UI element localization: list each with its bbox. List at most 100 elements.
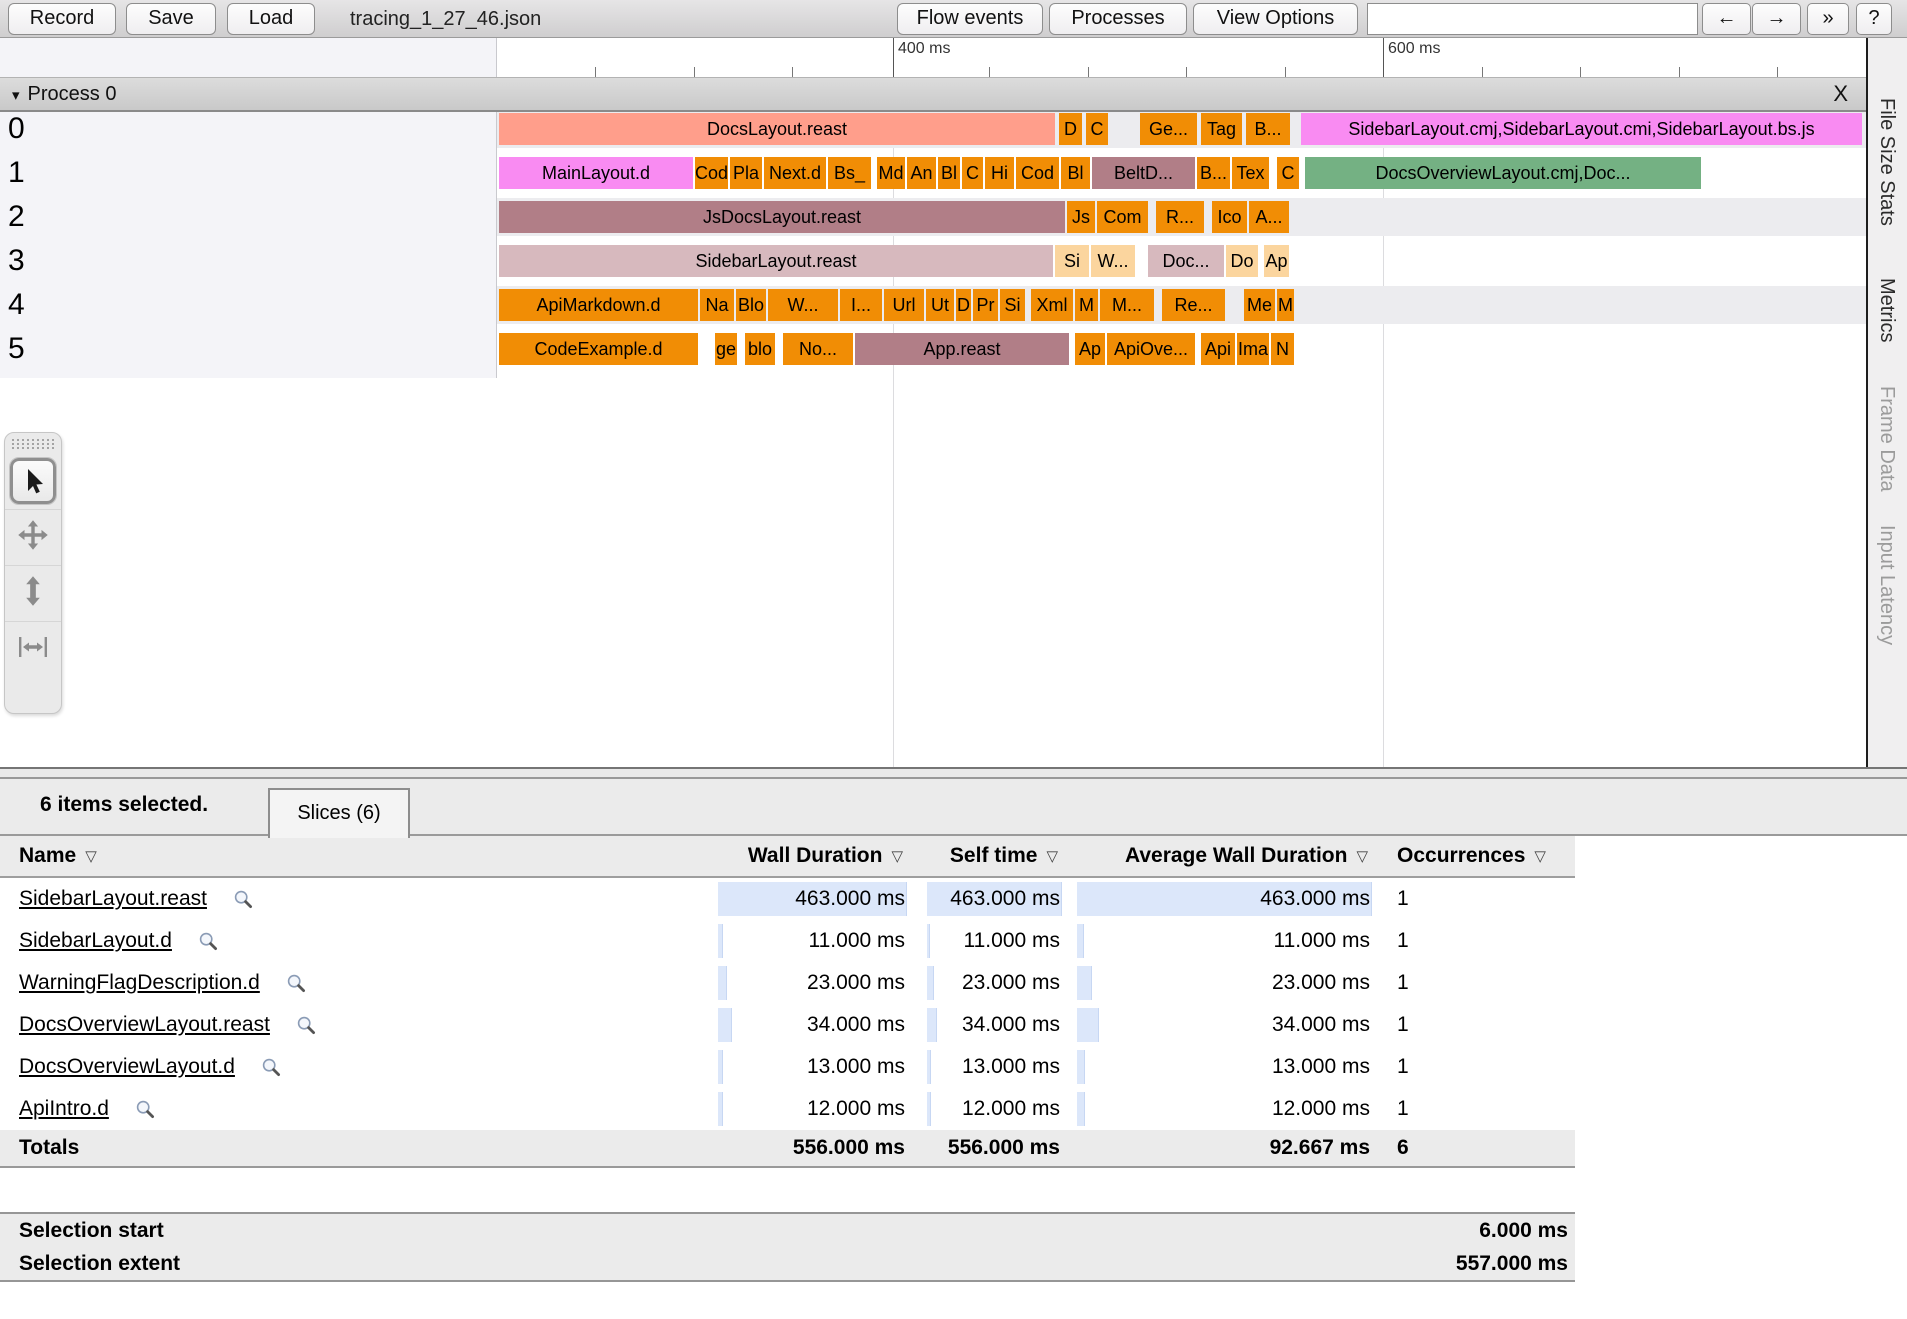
column-header-wall-duration[interactable]: Wall Duration▽ — [718, 844, 907, 868]
trace-slice[interactable]: CodeExample.d — [499, 333, 698, 365]
magnifier-icon[interactable] — [135, 1099, 156, 1120]
find-next-button[interactable]: → — [1752, 3, 1801, 35]
magnifier-icon[interactable] — [296, 1015, 317, 1036]
trace-slice[interactable]: SidebarLayout.reast — [499, 245, 1053, 277]
trace-slice[interactable]: DocsLayout.reast — [499, 113, 1055, 145]
magnifier-icon[interactable] — [233, 889, 254, 910]
trace-slice[interactable]: C — [1086, 113, 1108, 145]
trace-slice[interactable]: Bl — [1061, 157, 1090, 189]
trace-slice[interactable]: blo — [745, 333, 775, 365]
trace-slice[interactable]: Ima — [1237, 333, 1269, 365]
trace-slice[interactable]: D — [1059, 113, 1082, 145]
trace-slice[interactable]: Md — [877, 157, 905, 189]
trace-slice[interactable]: An — [907, 157, 936, 189]
selection-tool-button[interactable] — [5, 453, 61, 509]
column-header-occurrences[interactable]: Occurrences▽ — [1390, 844, 1575, 868]
sidebar-tab-frame-data[interactable]: Frame Data — [1875, 386, 1898, 492]
magnifier-icon[interactable] — [198, 931, 219, 952]
trace-slice[interactable]: W... — [768, 289, 838, 321]
trace-slice[interactable]: Ap — [1264, 245, 1289, 277]
slice-name-link[interactable]: DocsOverviewLayout.reast — [19, 1013, 270, 1037]
sidebar-tab-file-size-stats[interactable]: File Size Stats — [1875, 98, 1898, 226]
trace-slice[interactable]: Bl — [938, 157, 960, 189]
trace-slice[interactable]: DocsOverviewLayout.cmj,Doc... — [1305, 157, 1701, 189]
trace-slice[interactable]: MainLayout.d — [499, 157, 693, 189]
column-header-self-time[interactable]: Self time▽ — [927, 844, 1062, 868]
trace-slice[interactable]: ApiMarkdown.d — [499, 289, 698, 321]
trace-slice[interactable]: Ico — [1212, 201, 1247, 233]
trace-slice[interactable]: D — [956, 289, 971, 321]
collapse-arrow-icon[interactable]: ▾ — [12, 87, 20, 104]
trace-slice[interactable]: M — [1277, 289, 1294, 321]
process-header[interactable]: ▾Process 0 X — [0, 77, 1866, 112]
trace-slice[interactable]: M... — [1100, 289, 1154, 321]
trace-slice[interactable]: Doc... — [1148, 245, 1224, 277]
trace-slice[interactable]: ApiOve... — [1107, 333, 1195, 365]
record-button[interactable]: Record — [8, 3, 116, 35]
trace-slice[interactable]: Re... — [1162, 289, 1225, 321]
trace-slice[interactable]: Blo — [736, 289, 766, 321]
pan-tool-button[interactable] — [5, 509, 61, 565]
trace-slice[interactable]: JsDocsLayout.reast — [499, 201, 1065, 233]
trace-slice[interactable]: Tag — [1201, 113, 1242, 145]
trace-slice[interactable]: Tex — [1232, 157, 1269, 189]
processes-button[interactable]: Processes — [1049, 3, 1187, 35]
slice-name-link[interactable]: ApiIntro.d — [19, 1097, 109, 1121]
trace-slice[interactable]: C — [1277, 157, 1299, 189]
slice-name-link[interactable]: SidebarLayout.d — [19, 929, 172, 953]
trace-slice[interactable]: SidebarLayout.cmj,SidebarLayout.cmi,Side… — [1301, 113, 1862, 145]
trace-slice[interactable]: R... — [1156, 201, 1204, 233]
view-options-button[interactable]: View Options — [1193, 3, 1358, 35]
trace-slice[interactable]: Ap — [1075, 333, 1105, 365]
trace-slice[interactable]: I... — [840, 289, 882, 321]
flow-events-button[interactable]: Flow events — [897, 3, 1043, 35]
trace-slice[interactable]: Si — [1000, 289, 1025, 321]
trace-slice[interactable]: Next.d — [764, 157, 826, 189]
trace-slice[interactable]: Api — [1201, 333, 1235, 365]
sidebar-tab-input-latency[interactable]: Input Latency — [1875, 525, 1898, 645]
pane-divider-handle[interactable] — [0, 767, 1907, 779]
column-header-name[interactable]: Name▽ — [0, 844, 718, 868]
magnifier-icon[interactable] — [286, 973, 307, 994]
trace-slice[interactable]: Bs_ — [828, 157, 871, 189]
chevrons-button[interactable]: » — [1807, 3, 1849, 35]
trace-slice[interactable]: Ut — [926, 289, 954, 321]
trace-slice[interactable]: ge — [715, 333, 737, 365]
trace-slice[interactable]: W... — [1091, 245, 1135, 277]
trace-slice[interactable]: Ge... — [1140, 113, 1197, 145]
search-input[interactable] — [1367, 3, 1698, 35]
trace-slice[interactable]: Pr — [973, 289, 998, 321]
trace-slice[interactable]: Si — [1055, 245, 1089, 277]
slice-name-link[interactable]: SidebarLayout.reast — [19, 887, 207, 911]
trace-slice[interactable]: No... — [783, 333, 853, 365]
trace-slice[interactable]: A... — [1249, 201, 1289, 233]
column-header-average-wall-duration[interactable]: Average Wall Duration▽ — [1077, 844, 1372, 868]
slice-name-link[interactable]: DocsOverviewLayout.d — [19, 1055, 235, 1079]
find-previous-button[interactable]: ← — [1702, 3, 1751, 35]
trace-slice[interactable]: Js — [1067, 201, 1095, 233]
timing-tool-button[interactable] — [5, 621, 61, 677]
trace-slice[interactable]: Cod — [695, 157, 728, 189]
slice-name-link[interactable]: WarningFlagDescription.d — [19, 971, 260, 995]
trace-slice[interactable]: Na — [700, 289, 734, 321]
save-button[interactable]: Save — [126, 3, 216, 35]
trace-slice[interactable]: Url — [884, 289, 924, 321]
trace-slice[interactable]: B... — [1246, 113, 1290, 145]
trace-slice[interactable]: M — [1075, 289, 1098, 321]
load-button[interactable]: Load — [227, 3, 315, 35]
trace-slice[interactable]: N — [1271, 333, 1294, 365]
trace-slice[interactable]: BeltD... — [1092, 157, 1195, 189]
trace-slice[interactable]: Com — [1097, 201, 1148, 233]
process-close-button[interactable]: X — [1833, 81, 1848, 107]
trace-slice[interactable]: B... — [1197, 157, 1230, 189]
trace-slice[interactable]: Pla — [730, 157, 762, 189]
trace-slice[interactable]: C — [962, 157, 983, 189]
help-button[interactable]: ? — [1856, 3, 1892, 35]
trace-slice[interactable]: Me — [1244, 289, 1275, 321]
tab-slices[interactable]: Slices (6) — [268, 788, 410, 838]
trace-slice[interactable]: Do — [1226, 245, 1258, 277]
magnifier-icon[interactable] — [261, 1057, 282, 1078]
trace-slice[interactable]: Cod — [1016, 157, 1059, 189]
trace-slice[interactable]: App.reast — [855, 333, 1069, 365]
palette-grip-handle[interactable] — [12, 439, 54, 449]
